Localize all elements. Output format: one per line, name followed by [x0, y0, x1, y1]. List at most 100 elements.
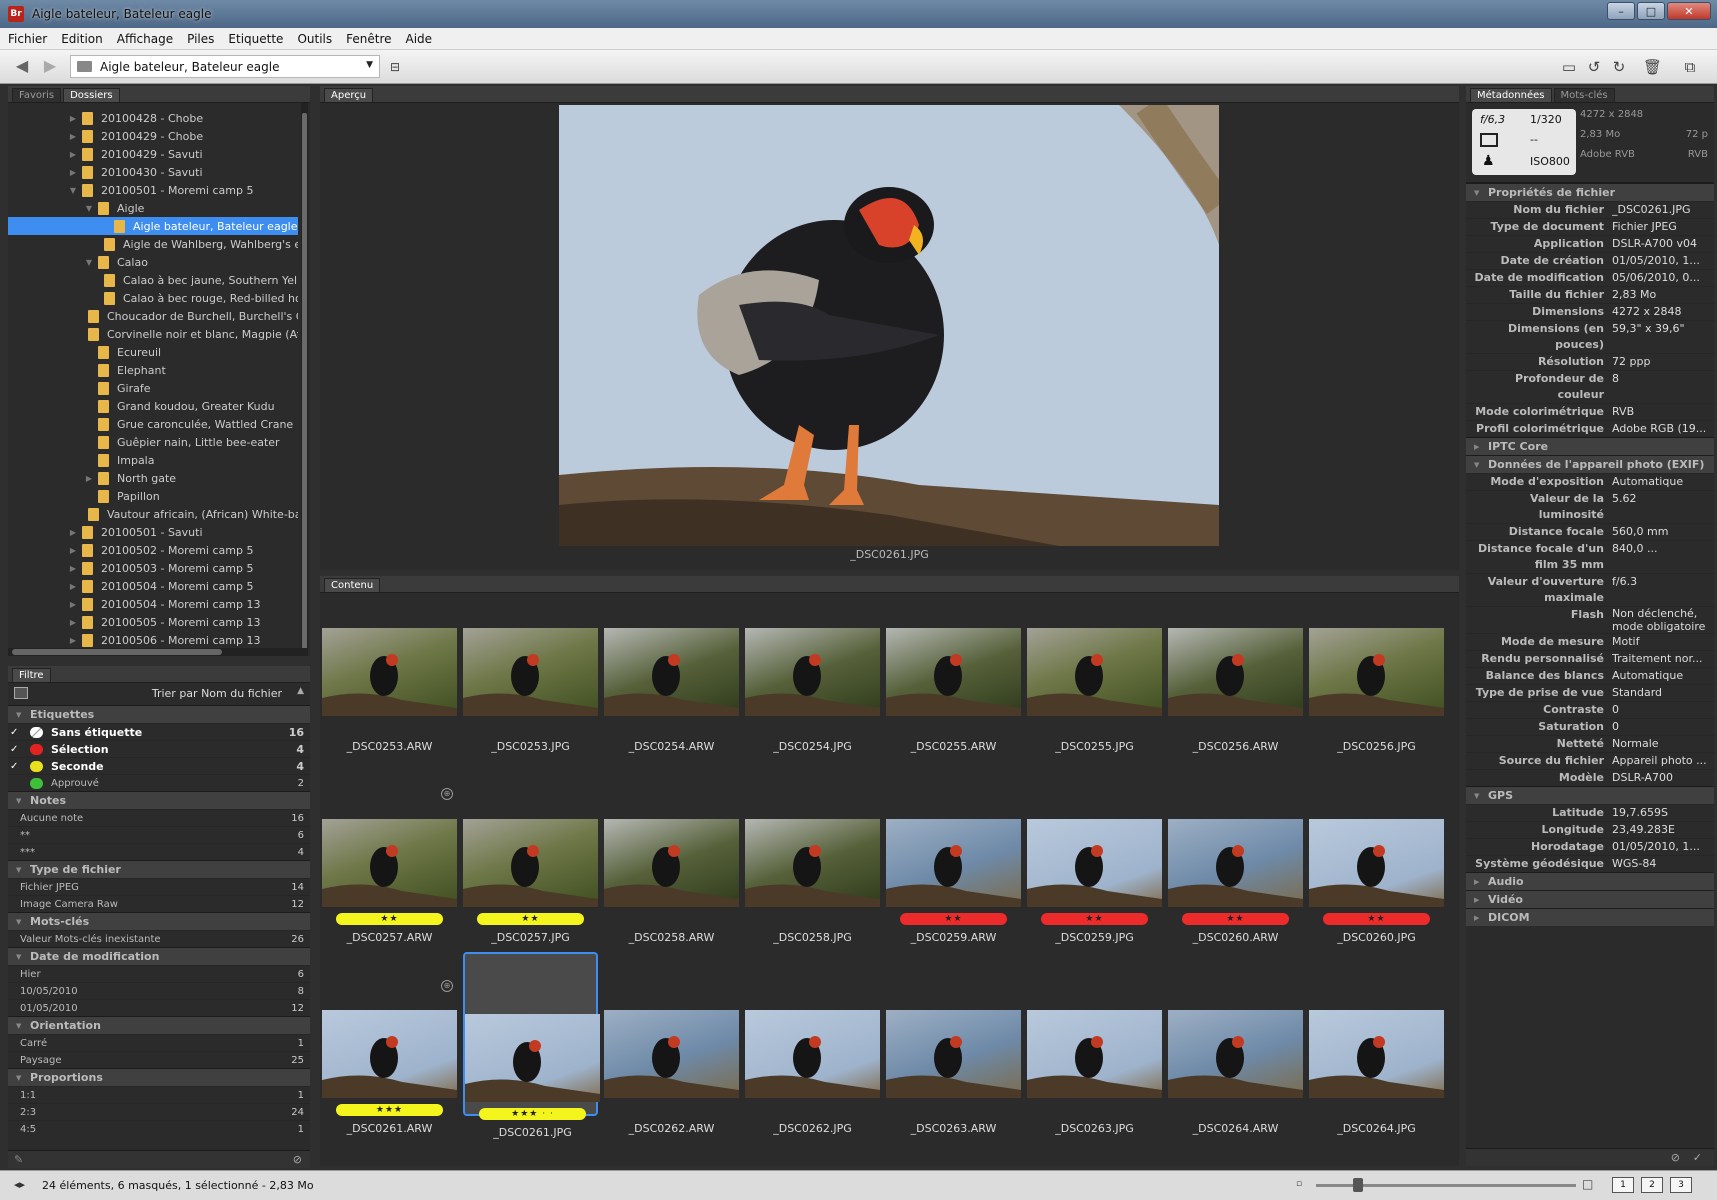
metadata-value[interactable]: Appareil photo ...: [1612, 753, 1714, 769]
metadata-value[interactable]: 05/06/2010, 0...: [1612, 270, 1714, 286]
cancel-icon[interactable]: ⊘: [1671, 1151, 1680, 1164]
thumbnail-item[interactable]: _DSC0258.JPG: [745, 759, 880, 944]
clear-filter-icon[interactable]: ⊘: [293, 1153, 302, 1166]
metadata-value[interactable]: _DSC0261.JPG: [1612, 202, 1714, 218]
filter-section-header[interactable]: Proportions: [8, 1068, 310, 1086]
metadata-value[interactable]: 5.62: [1612, 491, 1714, 523]
chevron-down-icon[interactable]: ▼: [68, 186, 78, 195]
filter-row[interactable]: 4:5 1: [8, 1120, 310, 1137]
menu-item[interactable]: Etiquette: [228, 32, 283, 46]
folder-item[interactable]: ▶ 20100428 - Chobe: [8, 109, 298, 127]
back-arrow-icon[interactable]: ◀: [12, 57, 32, 75]
close-button[interactable]: ✕: [1667, 2, 1711, 20]
preview-image[interactable]: [559, 105, 1219, 546]
pin-icon[interactable]: ✎: [14, 1153, 23, 1166]
thumbnail-item[interactable]: _DSC0253.JPG: [463, 568, 598, 753]
metadata-value[interactable]: Automatique: [1612, 474, 1714, 490]
metadata-value[interactable]: RVB: [1612, 404, 1714, 420]
path-dropdown[interactable]: Aigle bateleur, Bateleur eagle ▼: [70, 55, 380, 78]
metadata-value[interactable]: WGS-84: [1612, 856, 1714, 872]
thumbnail-item[interactable]: _DSC0255.ARW: [886, 568, 1021, 753]
rating-label-bar[interactable]: ★★★ · ·: [479, 1108, 586, 1120]
metadata-value[interactable]: Standard: [1612, 685, 1714, 701]
thumbnail-item[interactable]: _DSC0254.ARW: [604, 568, 739, 753]
rotate-right-icon[interactable]: ↻: [1610, 58, 1628, 76]
folder-item[interactable]: Guêpier nain, Little bee-eater: [8, 433, 298, 451]
folder-item[interactable]: ▶ 20100504 - Moremi camp 13: [8, 595, 298, 613]
filter-row[interactable]: Paysage 25: [8, 1051, 310, 1068]
rating-label-bar[interactable]: ★★: [336, 913, 443, 925]
thumbnail-item[interactable]: _DSC0255.JPG: [1027, 568, 1162, 753]
metadata-value[interactable]: Non déclenché, mode obligatoire: [1612, 607, 1714, 633]
rotate-left-icon[interactable]: ↺: [1585, 58, 1603, 76]
filter-toggle-icon[interactable]: [14, 687, 28, 699]
filter-row[interactable]: Image Camera Raw 12: [8, 895, 310, 912]
chevron-right-icon[interactable]: ▶: [68, 618, 78, 627]
stack-icon[interactable]: ⊕: [441, 980, 453, 992]
folder-item[interactable]: Grand koudou, Greater Kudu: [8, 397, 298, 415]
thumbnail-item[interactable]: ★★ _DSC0260.JPG: [1309, 759, 1444, 944]
chevron-right-icon[interactable]: ▶: [68, 600, 78, 609]
metadata-value[interactable]: Adobe RGB (19...: [1612, 421, 1714, 437]
metadata-section-header[interactable]: Vidéo: [1466, 890, 1714, 908]
new-folder-icon[interactable]: ▭: [1560, 58, 1578, 76]
thumbnail-item[interactable]: _DSC0253.ARW: [322, 568, 457, 753]
folder-item[interactable]: Corvinelle noir et blanc, Magpie (Afr: [8, 325, 298, 343]
metadata-value[interactable]: Fichier JPEG: [1612, 219, 1714, 235]
apply-check-icon[interactable]: ✓: [1693, 1151, 1702, 1164]
filter-row[interactable]: 2:3 24: [8, 1103, 310, 1120]
chevron-right-icon[interactable]: ▶: [68, 564, 78, 573]
tab-metadata[interactable]: Métadonnées: [1470, 88, 1552, 102]
tab-filter[interactable]: Filtre: [12, 668, 51, 682]
thumbnail-item[interactable]: ★★ _DSC0260.ARW: [1168, 759, 1303, 944]
menu-item[interactable]: Affichage: [117, 32, 173, 46]
metadata-section-header[interactable]: GPS: [1466, 786, 1714, 804]
folder-item[interactable]: Calao à bec rouge, Red-billed ho: [8, 289, 298, 307]
menu-item[interactable]: Fenêtre: [346, 32, 391, 46]
metadata-value[interactable]: 560,0 mm: [1612, 524, 1714, 540]
thumbnail-item[interactable]: ★★ _DSC0259.ARW: [886, 759, 1021, 944]
metadata-value[interactable]: Motif: [1612, 634, 1714, 650]
folder-item[interactable]: ▶ 20100502 - Moremi camp 5: [8, 541, 298, 559]
trash-icon[interactable]: 🗑: [1643, 58, 1662, 76]
filter-section-header[interactable]: Date de modification: [8, 947, 310, 965]
folder-item[interactable]: ▶ 20100505 - Moremi camp 13: [8, 613, 298, 631]
folder-item[interactable]: ▶ 20100501 - Savuti: [8, 523, 298, 541]
rating-label-bar[interactable]: ★★: [477, 913, 584, 925]
metadata-value[interactable]: 2,83 Mo: [1612, 287, 1714, 303]
rating-label-bar[interactable]: ★★: [1182, 913, 1289, 925]
metadata-value[interactable]: Automatique: [1612, 668, 1714, 684]
folder-item[interactable]: ▼ 20100501 - Moremi camp 5: [8, 181, 298, 199]
thumbnail-item[interactable]: _DSC0263.JPG: [1027, 950, 1162, 1135]
metadata-value[interactable]: DSLR-A700 v04: [1612, 236, 1714, 252]
metadata-section-header[interactable]: Audio: [1466, 872, 1714, 890]
folder-item[interactable]: ▶ North gate: [8, 469, 298, 487]
folder-item[interactable]: ▶ 20100506 - Moremi camp 13: [8, 631, 298, 649]
metadata-value[interactable]: 0: [1612, 719, 1714, 735]
folder-item[interactable]: Girafe: [8, 379, 298, 397]
filter-row[interactable]: 1:1 1: [8, 1086, 310, 1103]
rating-label-bar[interactable]: ★★★: [336, 1104, 443, 1116]
folder-item[interactable]: Vautour africain, (African) White-ba: [8, 505, 298, 523]
folder-item[interactable]: Choucador de Burchell, Burchell's Gl: [8, 307, 298, 325]
filter-section-header[interactable]: Notes: [8, 791, 310, 809]
metadata-value[interactable]: 01/05/2010, 1...: [1612, 839, 1714, 855]
thumbnail-item[interactable]: _DSC0258.ARW: [604, 759, 739, 944]
metadata-value[interactable]: 01/05/2010, 1...: [1612, 253, 1714, 269]
filter-row[interactable]: ✓ Sélection 4: [8, 740, 310, 757]
thumbnail-item[interactable]: _DSC0262.JPG: [745, 950, 880, 1135]
sort-direction-icon[interactable]: ▲: [297, 686, 304, 696]
folder-item[interactable]: ▶ 20100429 - Savuti: [8, 145, 298, 163]
folder-item[interactable]: ▶ 20100430 - Savuti: [8, 163, 298, 181]
thumbnail-item[interactable]: _DSC0256.ARW: [1168, 568, 1303, 753]
chevron-down-icon[interactable]: ▼: [84, 204, 94, 213]
thumbnail-item[interactable]: _DSC0256.JPG: [1309, 568, 1444, 753]
menu-item[interactable]: Outils: [297, 32, 332, 46]
folder-hscrollbar[interactable]: [8, 648, 308, 656]
slider-knob[interactable]: [1353, 1178, 1363, 1192]
rating-label-bar[interactable]: ★★: [1323, 913, 1430, 925]
menu-item[interactable]: Edition: [61, 32, 103, 46]
reveal-folder-icon[interactable]: ⊟: [386, 58, 404, 76]
view-workspace-3-button[interactable]: 3: [1670, 1177, 1692, 1193]
folder-item[interactable]: Aigle de Wahlberg, Wahlberg's e: [8, 235, 298, 253]
